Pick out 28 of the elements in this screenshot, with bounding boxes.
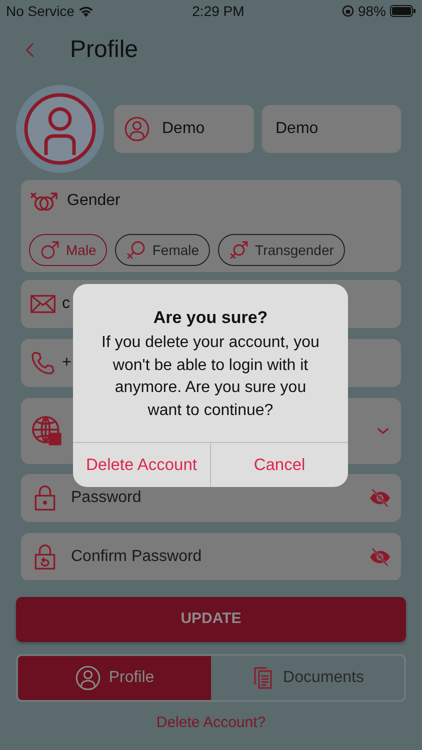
dialog-button[interactable]: Delete Account xyxy=(73,442,210,488)
gender-option[interactable]: Transgender xyxy=(218,234,345,266)
page-title: Profile xyxy=(70,36,138,64)
orientation-lock-icon xyxy=(342,5,354,17)
battery-icon xyxy=(390,5,416,17)
eye-off-icon[interactable] xyxy=(369,487,391,509)
gender-label: Gender xyxy=(67,191,120,211)
name-field[interactable]: Demo xyxy=(114,105,254,153)
dialog-message: If you delete your account, you won't be able to login with it anymore. Are you sure you want to continue? xyxy=(100,333,320,421)
input-field[interactable]: Confirm Password xyxy=(21,533,401,580)
phone-icon xyxy=(29,349,57,377)
tab[interactable]: Documents xyxy=(211,656,404,700)
tab[interactable]: Profile xyxy=(18,656,211,700)
battery-percent: 98% xyxy=(358,2,386,20)
gender-option[interactable]: Male xyxy=(29,234,108,266)
dialog-title: Are you sure? xyxy=(152,308,269,328)
delete-account-link[interactable]: Delete Account? xyxy=(152,710,270,736)
update-button[interactable]: UPDATE xyxy=(16,597,406,642)
wifi-icon xyxy=(78,5,94,17)
person-icon xyxy=(74,665,101,691)
gender-option[interactable]: Female xyxy=(115,234,210,266)
status-time: 2:29 PM xyxy=(192,2,244,20)
avatar-icon[interactable] xyxy=(14,83,106,175)
eye-off-icon[interactable] xyxy=(369,546,391,568)
carrier-name: No Service xyxy=(6,2,74,20)
name-field[interactable]: Demo xyxy=(262,105,401,153)
globe-icon xyxy=(31,415,63,447)
dialog-button[interactable]: Cancel xyxy=(210,442,348,488)
